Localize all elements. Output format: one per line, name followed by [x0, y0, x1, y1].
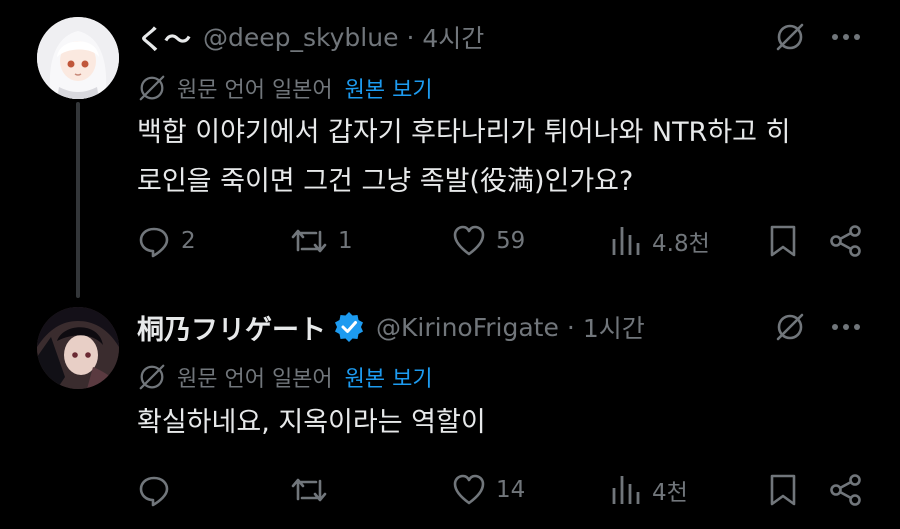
like-count: 14 — [496, 477, 526, 503]
translation-bar: 원문 언어 일본어 원본 보기 — [137, 70, 433, 106]
share-icon — [829, 473, 863, 507]
reply-button[interactable]: 2 — [137, 219, 196, 263]
avatar[interactable] — [37, 307, 119, 389]
grok-icon — [137, 73, 167, 103]
views-icon — [610, 225, 642, 257]
avatar[interactable] — [37, 17, 119, 99]
share-button[interactable] — [829, 219, 863, 263]
handle[interactable]: @KirinoFrigate — [376, 313, 559, 342]
action-bar: 14 4천 — [0, 468, 900, 512]
more-icon[interactable] — [828, 307, 864, 347]
grok-icon[interactable] — [772, 17, 808, 57]
grok-icon[interactable] — [772, 307, 808, 347]
separator: · — [406, 22, 415, 52]
more-icon[interactable] — [828, 17, 864, 57]
action-bar: 2 1 59 4.8천 — [0, 219, 900, 263]
reply-button[interactable] — [137, 468, 181, 512]
repost-button[interactable]: 1 — [290, 219, 353, 263]
repost-count: 1 — [338, 228, 353, 254]
verified-badge-icon — [334, 312, 364, 342]
reply-icon — [137, 473, 171, 507]
post-text-line: 백합 이야기에서 갑자기 후타나리가 튀어나와 NTR하고 히 — [137, 117, 791, 148]
share-button[interactable] — [829, 468, 863, 512]
post-text: 백합 이야기에서 갑자기 후타나리가 튀어나와 NTR하고 히 로인을 죽이면 … — [137, 108, 857, 206]
translation-label: 원문 언어 일본어 — [177, 367, 333, 392]
repost-icon — [290, 473, 328, 507]
display-name[interactable]: 桐乃フリゲート — [137, 308, 326, 347]
bookmark-icon — [768, 224, 798, 258]
post-header: 桐乃フリゲート @KirinoFrigate · 1시간 — [137, 307, 645, 347]
show-original-link[interactable]: 원본 보기 — [345, 361, 433, 393]
display-name[interactable]: く〜 — [137, 18, 191, 57]
post-text-line: 확실하네요, 지옥이라는 역할이 — [137, 407, 486, 438]
reply-icon — [137, 224, 171, 258]
timestamp[interactable]: 1시간 — [583, 309, 645, 345]
views-button[interactable]: 4천 — [610, 468, 688, 512]
bookmark-button[interactable] — [768, 219, 798, 263]
like-button[interactable]: 59 — [452, 219, 525, 263]
like-button[interactable]: 14 — [452, 468, 525, 512]
show-original-link[interactable]: 원본 보기 — [345, 72, 433, 104]
translation-bar: 원문 언어 일본어 원본 보기 — [137, 359, 433, 395]
post-text: 확실하네요, 지옥이라는 역할이 — [137, 398, 857, 447]
separator: · — [566, 312, 575, 342]
repost-icon — [290, 224, 328, 258]
timestamp[interactable]: 4시간 — [422, 19, 484, 55]
views-count: 4천 — [652, 480, 688, 506]
repost-button[interactable] — [290, 468, 338, 512]
like-count: 59 — [496, 228, 526, 254]
post-header: く〜 @deep_skyblue · 4시간 — [137, 17, 484, 57]
translation-label: 원문 언어 일본어 — [177, 78, 333, 103]
views-icon — [610, 474, 642, 506]
views-button[interactable]: 4.8천 — [610, 219, 710, 263]
thread-line — [76, 102, 80, 298]
like-icon — [452, 224, 486, 258]
like-icon — [452, 473, 486, 507]
reply-count: 2 — [181, 228, 196, 254]
post-text-line: 로인을 죽이면 그건 그냥 족발(役満)인가요? — [137, 166, 634, 197]
share-icon — [829, 224, 863, 258]
views-count: 4.8천 — [652, 231, 710, 257]
grok-icon — [137, 362, 167, 392]
handle[interactable]: @deep_skyblue — [203, 23, 398, 52]
bookmark-button[interactable] — [768, 468, 798, 512]
bookmark-icon — [768, 473, 798, 507]
